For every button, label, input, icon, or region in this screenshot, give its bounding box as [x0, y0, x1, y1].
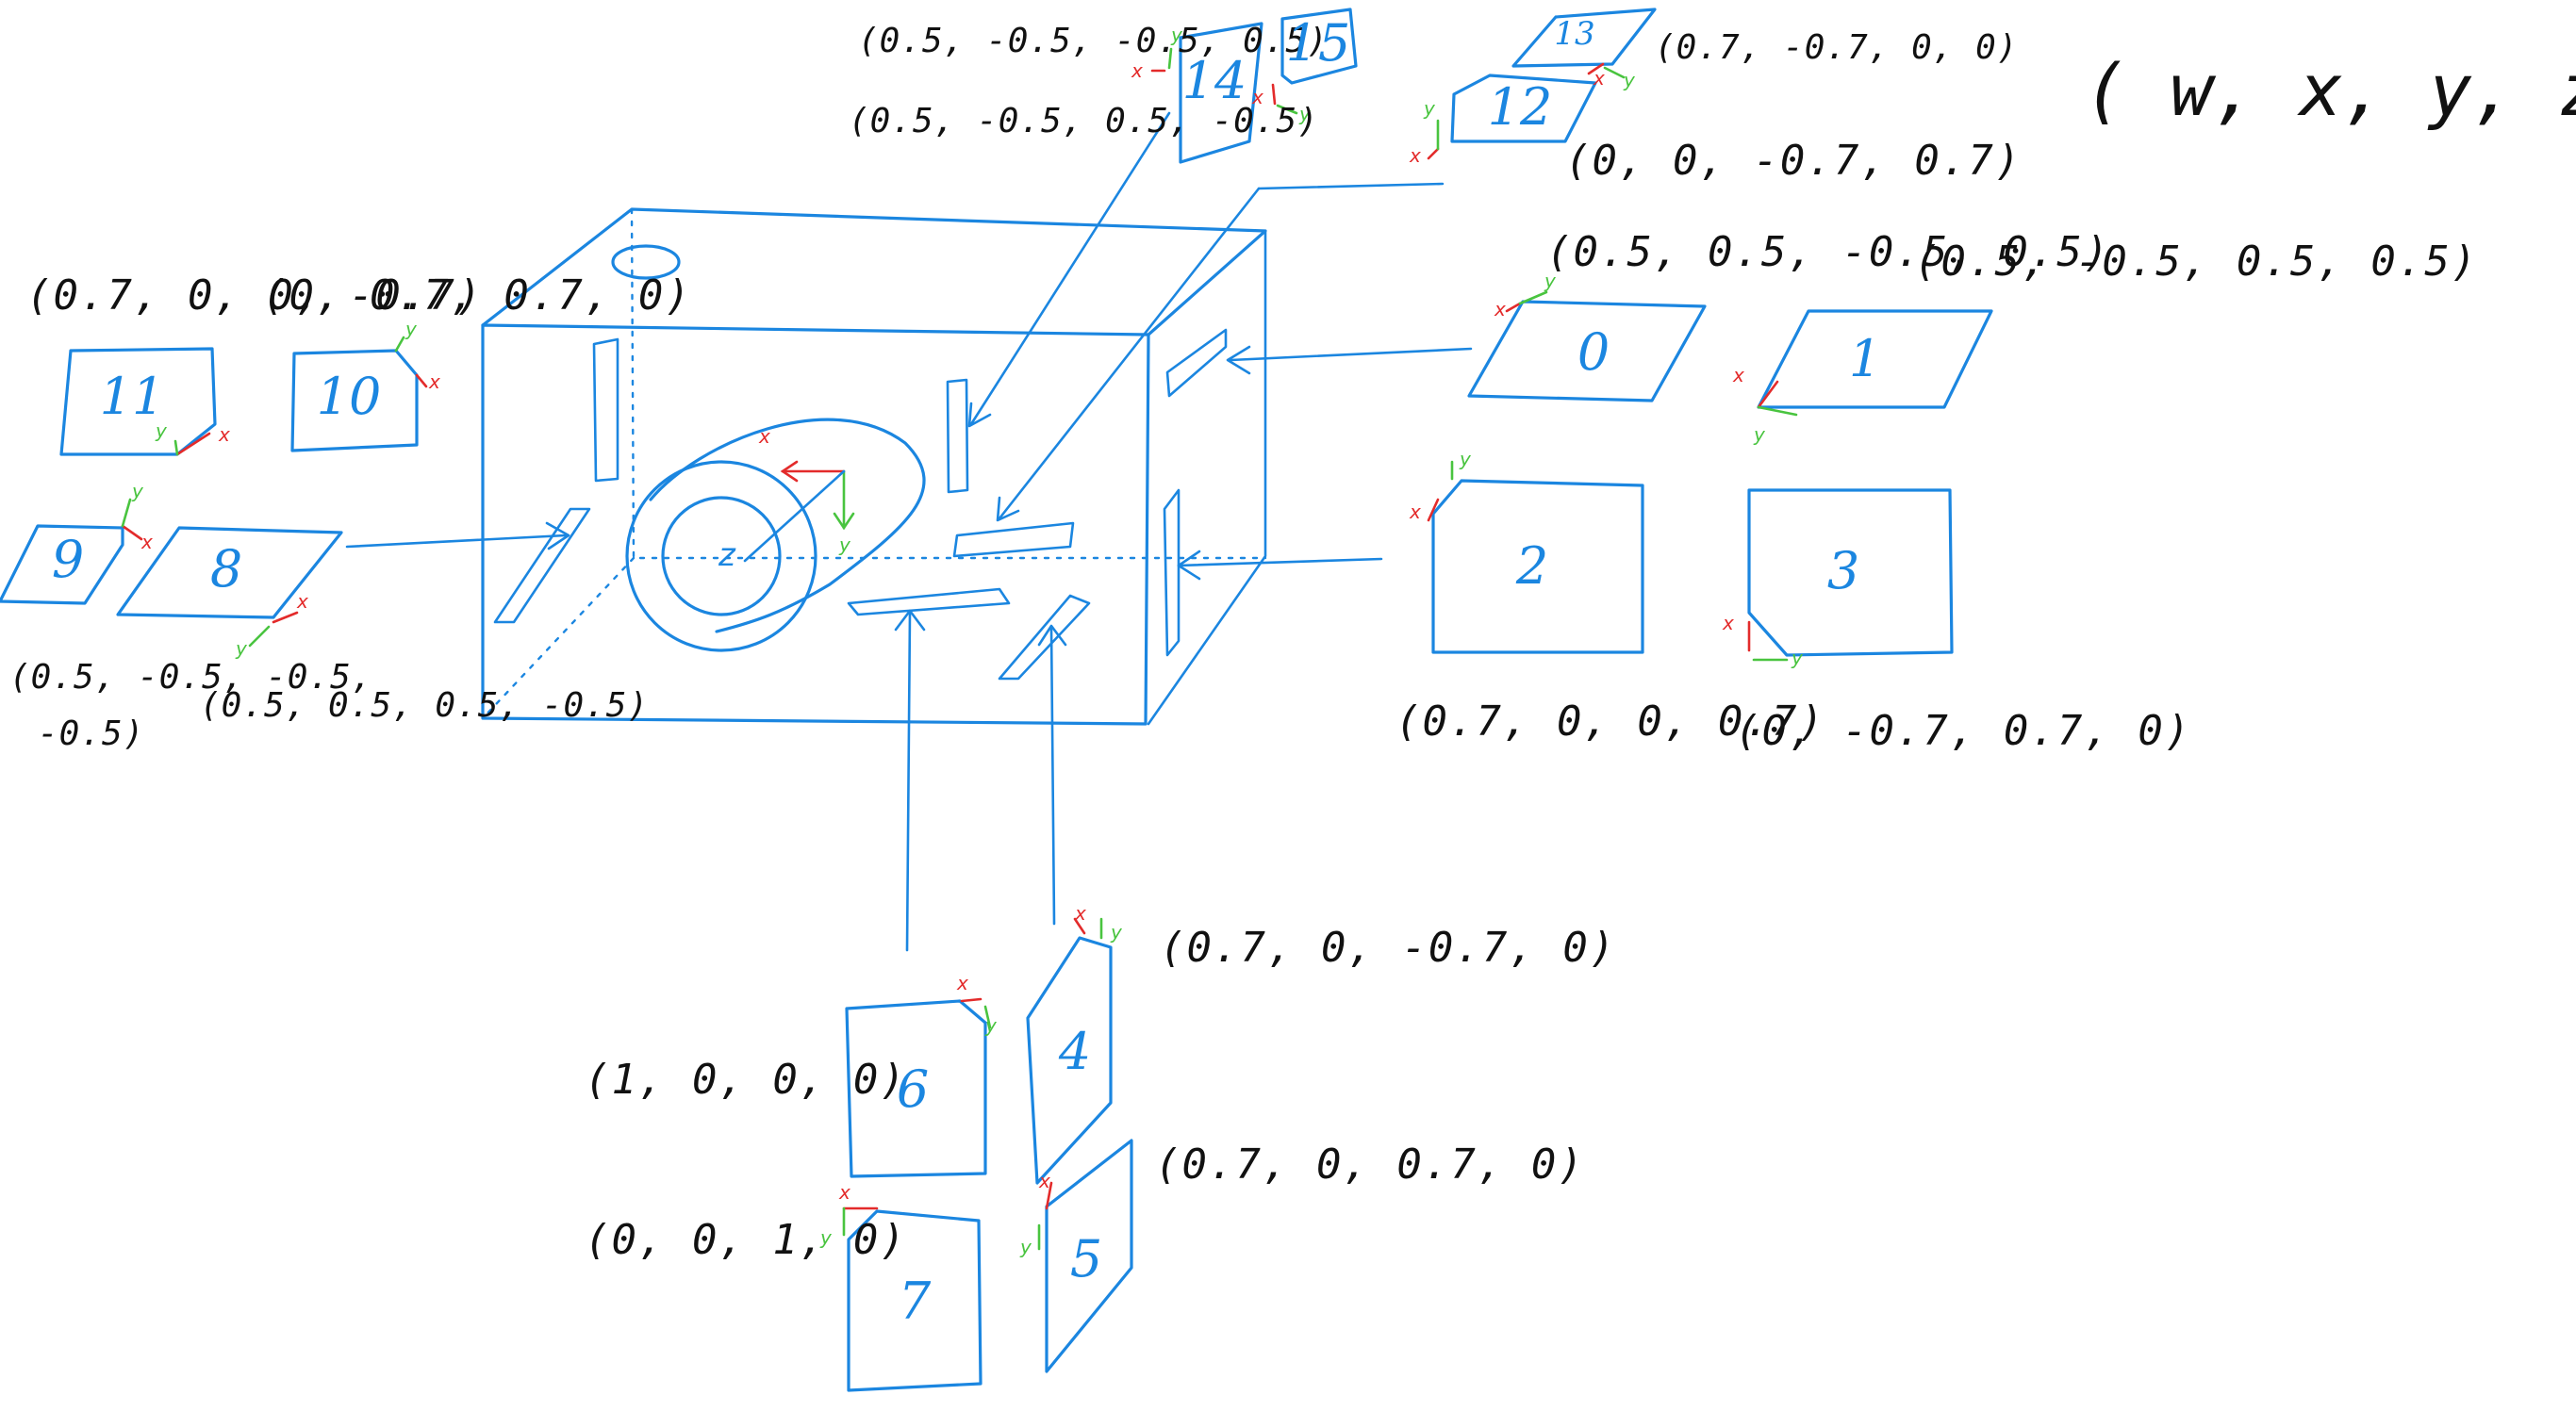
panel-13-label: 13 — [1554, 15, 1594, 53]
panel-1-label: 1 — [1849, 329, 1881, 388]
arrow-from-panel-8 — [345, 533, 568, 549]
svg-text:x: x — [1131, 59, 1143, 82]
panel-14-quaternion: (0.5, -0.5, -0.5, 0.5) — [858, 22, 1329, 60]
slot-panel-8 — [493, 507, 591, 624]
svg-text:y: y — [1019, 1236, 1032, 1258]
panel-4-label: 4 — [1058, 1022, 1091, 1081]
svg-text:x: x — [1409, 144, 1421, 167]
panel-7-quaternion: (0, 0, 1, 0) — [585, 1216, 907, 1264]
svg-text:x: x — [1732, 364, 1744, 386]
arrow-from-panel-12 — [1257, 182, 1445, 190]
svg-text:x: x — [956, 972, 968, 994]
svg-text:x: x — [1409, 501, 1421, 523]
svg-text:y: y — [155, 419, 168, 442]
svg-text:x: x — [140, 531, 153, 553]
svg-text:y: y — [1753, 423, 1766, 446]
svg-text:x: x — [1074, 902, 1086, 925]
panel-12-label: 12 — [1488, 77, 1553, 137]
panel-2-label: 2 — [1515, 536, 1548, 596]
quaternion-legend: ( w, x, y, z ) — [2084, 48, 2576, 132]
panel-12: 12 x y (0, 0, -0.7, 0.7) — [1409, 74, 2022, 185]
box-axis-z — [743, 469, 846, 563]
box-axis-x-label: x — [758, 425, 770, 448]
panel-13-quaternion: (0.7, -0.7, 0, 0) — [1655, 28, 2018, 67]
panel-7: 7 x y (0, 0, 1, 0) — [585, 1181, 983, 1392]
panel-5-quaternion: (0.7, 0, 0.7, 0) — [1155, 1141, 1585, 1189]
arrow-from-panel-6 — [905, 611, 912, 952]
panel-4-quaternion: (0.7, 0, -0.7, 0) — [1160, 924, 1616, 972]
panel-11-quaternion: (0.7, 0, 0, -0.7) — [26, 271, 483, 320]
panel-11-label: 11 — [100, 367, 165, 426]
svg-text:x: x — [1722, 612, 1734, 634]
svg-text:x: x — [1494, 298, 1506, 320]
panel-15-label: 15 — [1286, 13, 1351, 73]
panel-5-label: 5 — [1070, 1229, 1102, 1288]
svg-text:x: x — [296, 590, 308, 613]
box-axis-y-label: y — [838, 533, 851, 556]
svg-text:y: y — [405, 318, 418, 340]
svg-text:x: x — [218, 423, 230, 446]
panel-5: 5 x y (0.7, 0, 0.7, 0) — [1019, 1139, 1585, 1373]
panel-3-quaternion: (0, -0.7, 0.7, 0) — [1735, 707, 2191, 755]
panel-0-label: 0 — [1577, 322, 1610, 382]
svg-text:y: y — [1423, 97, 1436, 120]
svg-text:y: y — [1791, 647, 1804, 669]
panel-9-label: 9 — [52, 530, 84, 589]
panel-12-quaternion: (0, 0, -0.7, 0.7) — [1565, 137, 2022, 185]
panel-3: 3 x y (0, -0.7, 0.7, 0) — [1722, 488, 2191, 755]
svg-text:x: x — [1593, 67, 1605, 90]
panel-6: 6 x y (1, 0, 0, 0) — [585, 972, 998, 1178]
slot-panel-12 — [952, 521, 1075, 558]
quaternion-panel-sketch: x y z 0 x y (0.5, 0.5, -0.5, 0.5) 1 x y … — [0, 8, 2576, 1392]
panel-8-label: 8 — [210, 539, 242, 599]
svg-text:y: y — [235, 637, 248, 660]
panel-9-quaternion-line1: (0.5, -0.5, -0.5, — [9, 658, 372, 697]
panel-13: 13 x y (0.7, -0.7, 0, 0) — [1511, 8, 2018, 91]
slot-panel-6 — [847, 587, 1011, 616]
slot-left-vertical — [592, 337, 619, 483]
svg-text:y: y — [131, 480, 144, 502]
arrow-from-panel-4 — [1049, 625, 1056, 926]
slot-panel-2 — [1163, 488, 1181, 657]
slot-panel-0 — [1165, 328, 1228, 398]
panel-3-label: 3 — [1827, 541, 1859, 600]
svg-text:y: y — [1459, 448, 1472, 470]
panel-11: 11 x y (0.7, 0, 0, -0.7) — [26, 271, 483, 456]
box-axis-z-label: z — [718, 536, 736, 574]
panel-10-label: 10 — [317, 367, 382, 426]
panel-6-quaternion: (1, 0, 0, 0) — [585, 1056, 907, 1104]
panel-2: 2 x y (0.7, 0, 0, 0.7) — [1395, 448, 1824, 746]
panel-15-quaternion: (0.5, -0.5, 0.5, -0.5) — [849, 102, 1319, 140]
slot-panel-14 — [946, 378, 969, 494]
svg-text:x: x — [838, 1181, 850, 1204]
panel-9-quaternion-line2: -0.5) — [38, 714, 144, 753]
arrow-from-panel-2 — [1177, 557, 1383, 567]
leader-lines — [345, 111, 1473, 952]
svg-text:y: y — [984, 1014, 998, 1037]
panel-1-quaternion: (0.5, -0.5, 0.5, 0.5) — [1914, 238, 2478, 286]
svg-text:x: x — [1038, 1170, 1050, 1192]
svg-text:x: x — [428, 370, 440, 393]
svg-text:y: y — [1623, 69, 1636, 91]
panel-7-label: 7 — [899, 1272, 932, 1331]
svg-text:y: y — [1110, 921, 1123, 944]
arrow-from-panel-14 — [969, 111, 1171, 426]
